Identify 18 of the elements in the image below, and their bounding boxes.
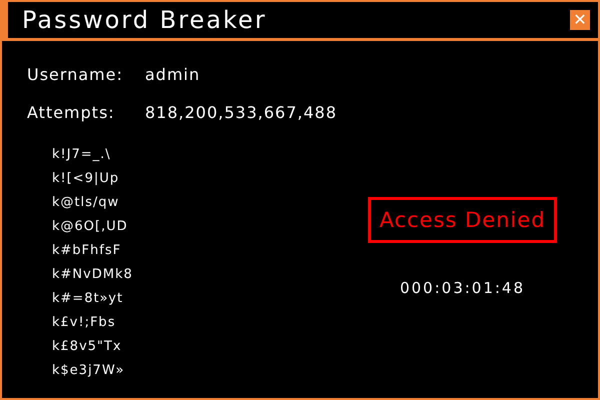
password-guess: k#bFhfsF bbox=[52, 242, 122, 260]
elapsed-timer: 000:03:01:48 bbox=[400, 279, 526, 297]
close-button[interactable]: ✕ bbox=[570, 10, 590, 30]
window-title: Password Breaker bbox=[22, 6, 267, 34]
field-label: Attempts: bbox=[27, 102, 116, 122]
password-guess: k£8v5"Tx bbox=[52, 338, 123, 356]
password-guess: k#NvDMk8 bbox=[52, 266, 134, 284]
status-message: Access Denied bbox=[368, 197, 557, 243]
password-guess: k![<9|Up bbox=[52, 170, 120, 188]
password-guess: k#=8t»yt bbox=[52, 290, 124, 308]
password-guess: k$e3j7W» bbox=[52, 362, 126, 380]
password-guess: k@tls/qw bbox=[52, 194, 120, 212]
password-guess: k!J7=_.\ bbox=[52, 146, 112, 164]
field-value: admin bbox=[145, 64, 200, 84]
password-guess: k£v!;Fbs bbox=[52, 314, 117, 332]
field-label: Username: bbox=[27, 64, 124, 84]
password-guess: k@6O[,UD bbox=[52, 218, 129, 236]
field-value: 818,200,533,667,488 bbox=[145, 102, 338, 122]
